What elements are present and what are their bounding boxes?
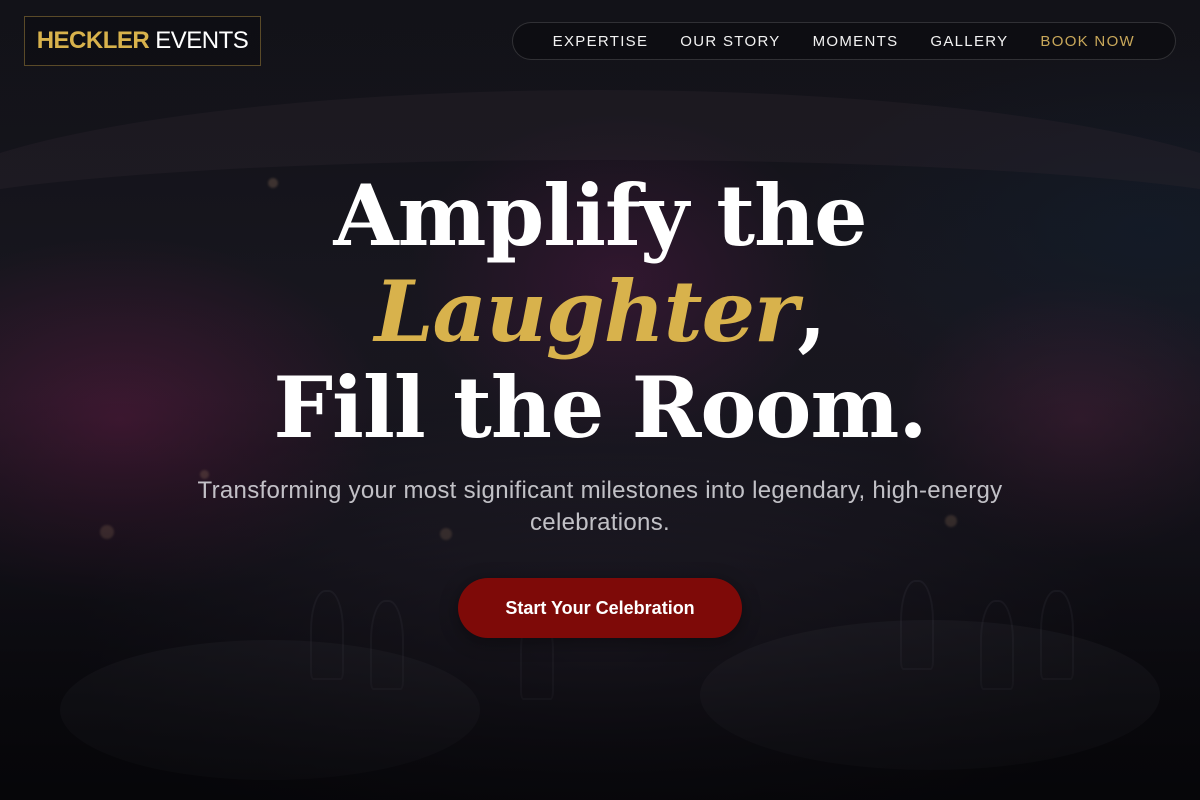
headline-comma: ,	[797, 262, 826, 361]
brand-name-primary: HECKLER	[36, 27, 150, 54]
nav-link-moments[interactable]: MOMENTS	[797, 33, 915, 50]
main-nav: EXPERTISE OUR STORY MOMENTS GALLERY BOOK…	[511, 22, 1176, 60]
nav-link-gallery[interactable]: GALLERY	[914, 33, 1024, 50]
brand-name-secondary: EVENTS	[155, 27, 249, 54]
nav-link-our-story[interactable]: OUR STORY	[664, 33, 796, 50]
headline-line-2: Laughter,	[0, 264, 1200, 360]
headline-line-3: Fill the Room.	[273, 358, 927, 457]
hero-subtitle: Transforming your most significant miles…	[197, 477, 1003, 536]
start-celebration-button[interactable]: Start Your Celebration	[458, 578, 742, 638]
brand-logo[interactable]: HECKLER EVENTS	[24, 16, 261, 66]
nav-link-book-now[interactable]: BOOK NOW	[1024, 33, 1151, 50]
nav-link-expertise[interactable]: EXPERTISE	[537, 33, 665, 50]
hero-headline: Amplify the Laughter, Fill the Room.	[0, 168, 1200, 456]
headline-highlight-word: Laughter	[374, 262, 798, 361]
headline-line-1: Amplify the	[333, 166, 867, 265]
